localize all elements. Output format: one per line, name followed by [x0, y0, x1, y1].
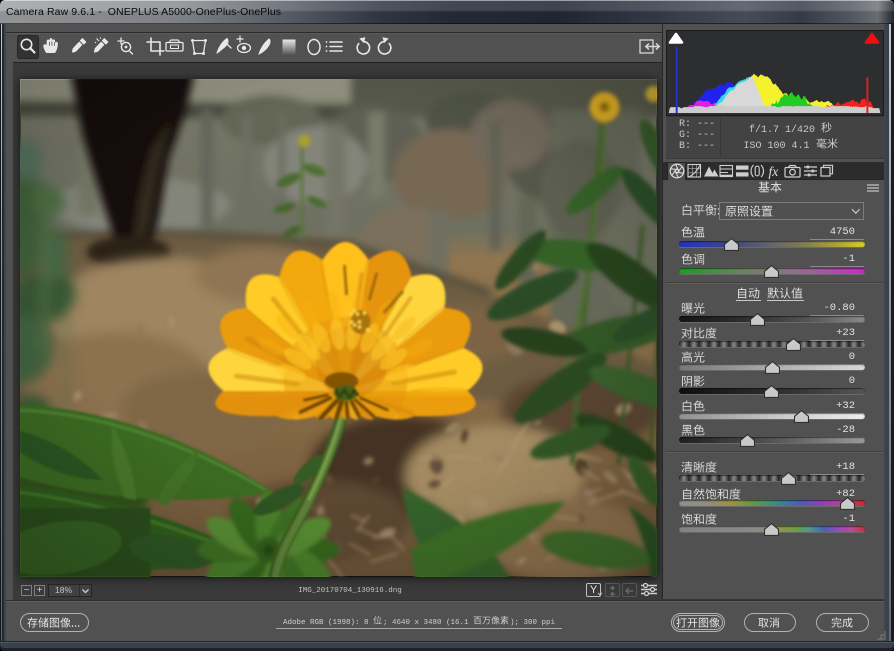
- svg-text:fx: fx: [769, 164, 779, 179]
